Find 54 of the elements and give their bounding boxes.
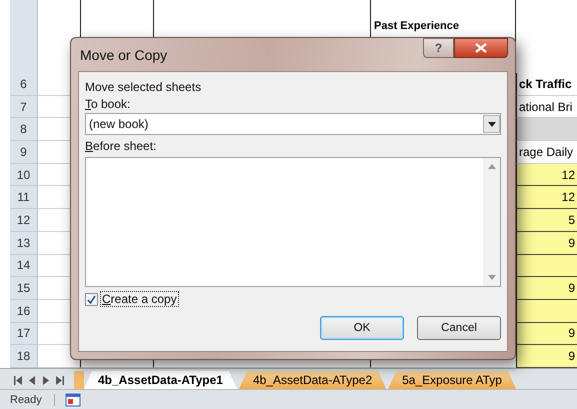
status-text: Ready [10,394,55,406]
empty-cell [516,254,577,278]
table-cell: ational Bri [516,96,577,118]
close-button[interactable] [454,38,508,58]
empty-cell [516,300,577,323]
empty-cell [516,118,577,142]
first-sheet-icon[interactable] [14,376,22,385]
table-cell: 5 [516,209,577,232]
table-cell: rage Daily [516,141,577,164]
ok-button[interactable]: OK [320,316,404,340]
dialog-title: Move or Copy [79,46,168,62]
copy-checkbox[interactable] [85,292,98,306]
scroll-up-icon[interactable] [488,164,496,169]
close-icon[interactable] [475,43,487,53]
row-header[interactable]: 18 [10,345,38,368]
table-cell: 12 [516,164,577,186]
row-header[interactable]: 8 [10,118,38,142]
table-cell: 9 [516,322,577,346]
table-cell: 9 [516,232,577,254]
row-header[interactable]: 6 [10,73,38,96]
row-header[interactable]: 15 [10,277,38,300]
table-cell: 12 [516,186,577,210]
table-cell: 9 [516,345,577,368]
checkbox-label[interactable]: Create a copy [100,291,179,307]
sheet-icon[interactable] [64,392,81,406]
row-header[interactable]: 13 [10,232,38,254]
sheet-list[interactable] [85,157,501,287]
sheet-tab[interactable]: 5a_Exposure ATyp [388,371,516,389]
row-header[interactable]: 14 [10,254,38,278]
sheet-tab[interactable]: 4b_AssetData-AType2 [238,371,386,389]
row-header[interactable]: 16 [10,300,38,323]
field-label: Before sheet: [85,138,158,155]
cancel-button[interactable]: Cancel [417,316,501,340]
row-header[interactable]: 10 [10,164,38,186]
row-header[interactable]: 11 [10,186,38,210]
scroll-down-icon[interactable] [488,275,496,280]
row-header[interactable]: 17 [10,322,38,346]
previous-sheet-icon[interactable] [28,376,36,385]
scrollbar[interactable] [483,158,500,286]
table-cell: 9 [516,277,577,300]
sheet-tab[interactable]: 4b_AssetData-AType1 [84,371,237,389]
checkmark-icon [87,294,96,304]
dropdown-button[interactable] [483,115,500,133]
row-header[interactable]: 12 [10,209,38,232]
help-button[interactable]: ? [423,38,454,58]
next-sheet-icon[interactable] [42,376,50,385]
row-header[interactable]: 9 [10,141,38,164]
table-cell: ck Traffic [516,73,577,96]
field-label: To book: [85,96,132,113]
book-dropdown[interactable]: (new book) [85,113,501,135]
section-label: Move selected sheets [85,79,202,96]
row-header[interactable]: 7 [10,96,38,118]
last-sheet-icon[interactable] [56,376,64,385]
dropdown-arrow-icon[interactable] [488,122,496,126]
